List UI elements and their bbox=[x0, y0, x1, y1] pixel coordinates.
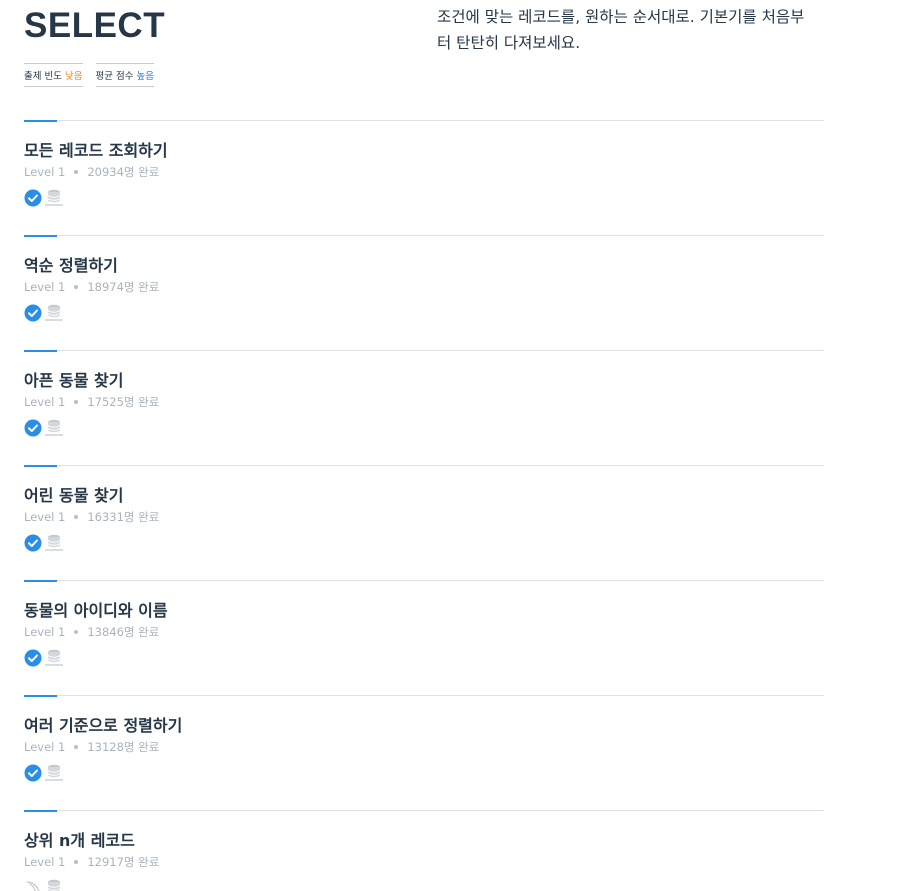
page-description: 조건에 맞는 레코드를, 원하는 순서대로. 기본기를 처음부터 탄탄히 다져보… bbox=[437, 8, 805, 52]
language-icons bbox=[24, 304, 64, 322]
item-accent-bar bbox=[24, 580, 57, 582]
frequency-value: 낮음 bbox=[65, 71, 83, 82]
problem-level: Level 1 bbox=[24, 395, 66, 409]
oracle-db-icon bbox=[45, 764, 63, 781]
language-icons bbox=[24, 649, 64, 667]
check-circle-icon bbox=[24, 304, 42, 322]
problem-meta: Level 1 20934명 완료 bbox=[24, 164, 159, 180]
score-label: 평균 점수 bbox=[95, 71, 134, 82]
problem-meta: Level 1 17525명 완료 bbox=[24, 394, 159, 410]
check-circle-icon bbox=[24, 764, 42, 782]
meta-separator bbox=[74, 744, 79, 749]
problem-title[interactable]: 모든 레코드 조회하기 bbox=[24, 137, 168, 161]
problem-completed-count: 16331명 완료 bbox=[87, 510, 160, 524]
check-circle-icon bbox=[24, 189, 42, 207]
meta-separator bbox=[74, 514, 79, 519]
check-circle-icon bbox=[24, 419, 42, 437]
problem-title[interactable]: 어린 동물 찾기 bbox=[24, 482, 123, 506]
problem-completed-count: 18974명 완료 bbox=[87, 280, 160, 294]
check-circle-icon bbox=[24, 534, 42, 552]
problem-meta: Level 1 16331명 완료 bbox=[24, 509, 159, 525]
oracle-db-icon bbox=[45, 649, 63, 666]
problem-item[interactable]: 여러 기준으로 정렬하기 Level 1 13128명 완료 bbox=[24, 695, 824, 810]
meta-separator bbox=[74, 284, 79, 289]
meta-separator bbox=[74, 629, 79, 634]
mysql-dolphin-icon bbox=[26, 881, 40, 891]
meta-separator bbox=[74, 399, 79, 404]
problem-level: Level 1 bbox=[24, 625, 66, 639]
problem-title[interactable]: 상위 n개 레코드 bbox=[24, 827, 135, 851]
language-icons bbox=[24, 189, 64, 207]
item-accent-bar bbox=[24, 350, 57, 352]
problem-meta: Level 1 18974명 완료 bbox=[24, 279, 159, 295]
problem-completed-count: 20934명 완료 bbox=[87, 165, 160, 179]
problem-item[interactable]: 어린 동물 찾기 Level 1 16331명 완료 bbox=[24, 465, 824, 580]
problem-title[interactable]: 아픈 동물 찾기 bbox=[24, 367, 123, 391]
problem-list: 모든 레코드 조회하기 Level 1 20934명 완료 역순 정렬하기 Lev… bbox=[24, 120, 824, 891]
language-icons bbox=[24, 764, 64, 782]
item-accent-bar bbox=[24, 465, 57, 467]
problem-meta: Level 1 13128명 완료 bbox=[24, 739, 159, 755]
item-accent-bar bbox=[24, 810, 57, 812]
problem-level: Level 1 bbox=[24, 165, 66, 179]
oracle-db-icon bbox=[45, 534, 63, 551]
oracle-db-icon bbox=[45, 419, 63, 436]
score-badge: 평균 점수 높음 bbox=[95, 63, 154, 87]
problem-level: Level 1 bbox=[24, 740, 66, 754]
meta-separator bbox=[74, 169, 79, 174]
item-accent-bar bbox=[24, 695, 57, 697]
problem-item[interactable]: 역순 정렬하기 Level 1 18974명 완료 bbox=[24, 235, 824, 350]
item-accent-bar bbox=[24, 120, 57, 122]
problem-level: Level 1 bbox=[24, 510, 66, 524]
page-title: SELECT bbox=[24, 6, 166, 45]
badge-group: 출제 빈도 낮음 평균 점수 높음 bbox=[24, 63, 154, 87]
page: SELECT 조건에 맞는 레코드를, 원하는 순서대로. 기본기를 처음부터 … bbox=[0, 0, 919, 891]
problem-title[interactable]: 동물의 아이디와 이름 bbox=[24, 597, 168, 621]
problem-title[interactable]: 역순 정렬하기 bbox=[24, 252, 118, 276]
oracle-db-icon bbox=[47, 879, 61, 891]
problem-meta: Level 1 13846명 완료 bbox=[24, 624, 159, 640]
problem-completed-count: 13846명 완료 bbox=[87, 625, 160, 639]
language-icons bbox=[24, 879, 64, 891]
problem-item[interactable]: 모든 레코드 조회하기 Level 1 20934명 완료 bbox=[24, 120, 824, 235]
problem-item[interactable]: 아픈 동물 찾기 Level 1 17525명 완료 bbox=[24, 350, 824, 465]
problem-title[interactable]: 여러 기준으로 정렬하기 bbox=[24, 712, 182, 736]
problem-level: Level 1 bbox=[24, 280, 66, 294]
problem-meta: Level 1 12917명 완료 bbox=[24, 854, 159, 870]
frequency-label: 출제 빈도 bbox=[24, 71, 62, 82]
problem-item[interactable]: 동물의 아이디와 이름 Level 1 13846명 완료 bbox=[24, 580, 824, 695]
problem-completed-count: 13128명 완료 bbox=[87, 740, 160, 754]
frequency-badge: 출제 빈도 낮음 bbox=[24, 63, 83, 87]
meta-separator bbox=[74, 859, 79, 864]
oracle-db-icon bbox=[45, 304, 63, 321]
language-icons bbox=[24, 534, 64, 552]
problem-item[interactable]: 상위 n개 레코드 Level 1 12917명 완료 bbox=[24, 810, 824, 891]
problem-level: Level 1 bbox=[24, 855, 66, 869]
problem-completed-count: 12917명 완료 bbox=[87, 855, 160, 869]
language-icons bbox=[24, 419, 64, 437]
score-value: 높음 bbox=[136, 71, 154, 82]
check-circle-icon bbox=[24, 649, 42, 667]
oracle-db-icon bbox=[45, 189, 63, 206]
problem-completed-count: 17525명 완료 bbox=[87, 395, 160, 409]
item-accent-bar bbox=[24, 235, 57, 237]
